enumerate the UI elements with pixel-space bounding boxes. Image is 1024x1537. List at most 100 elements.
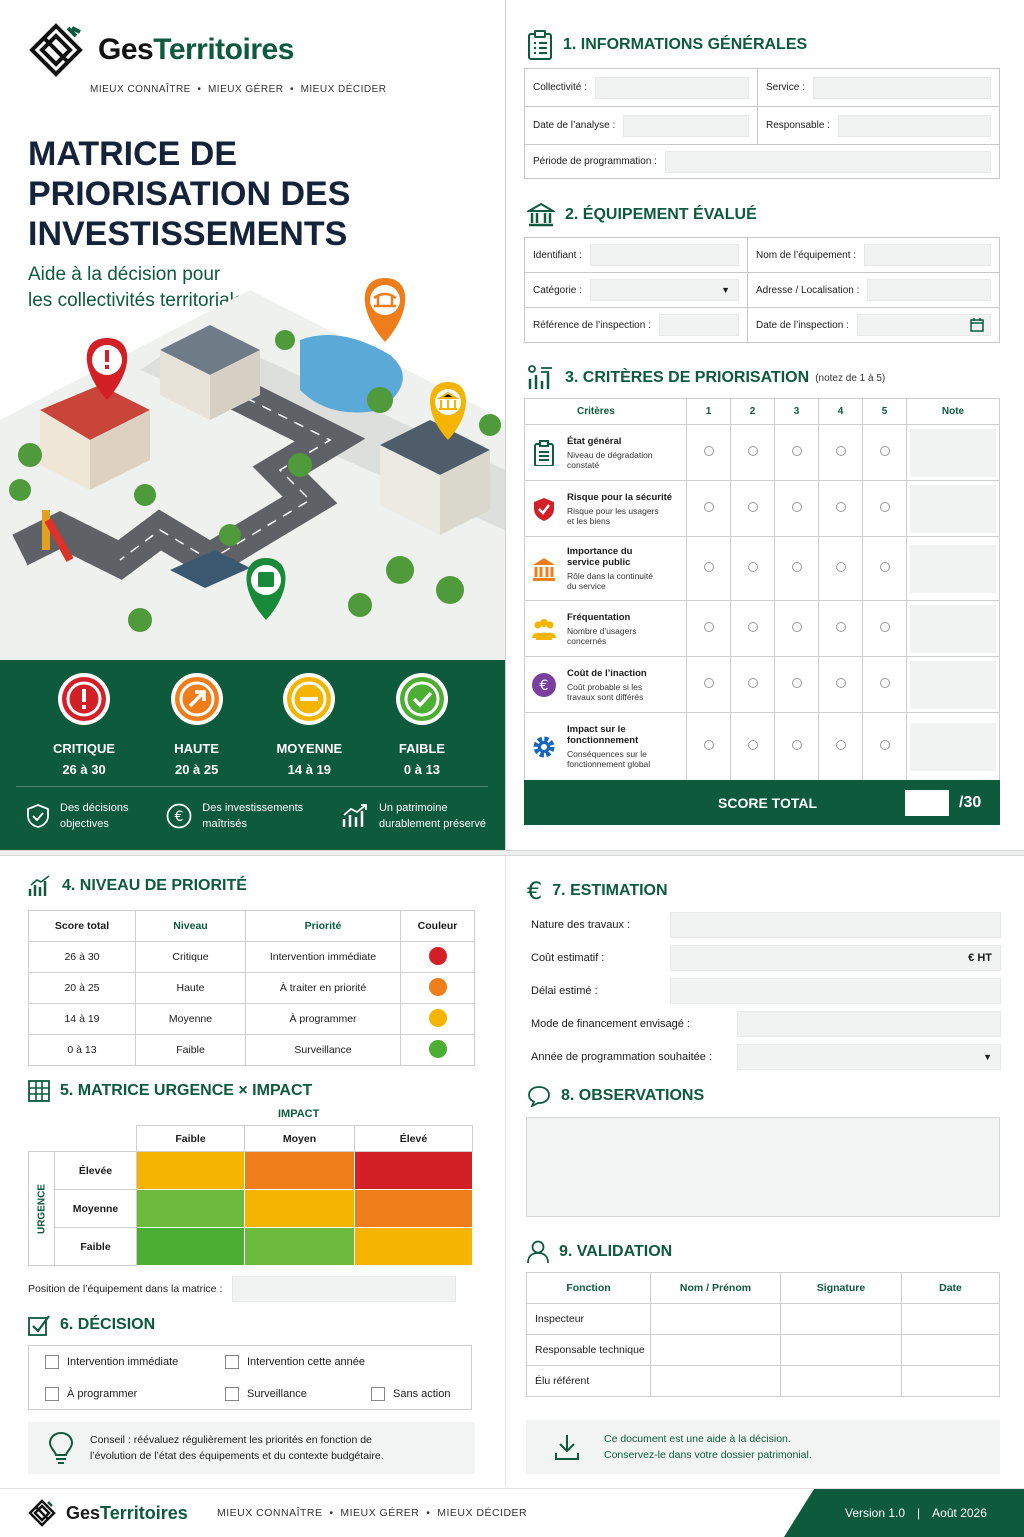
note-input[interactable]: [910, 722, 996, 771]
validation-nom-input[interactable]: [650, 1365, 781, 1397]
calendar-icon[interactable]: [970, 318, 984, 332]
ref-inspection-input[interactable]: [658, 314, 739, 336]
radio-score-4[interactable]: [835, 622, 846, 632]
validation-signature-input[interactable]: [780, 1365, 902, 1397]
validation-nom-input[interactable]: [650, 1334, 781, 1366]
date-inspection-input[interactable]: [856, 314, 991, 336]
decision-sans-action[interactable]: Sans action: [371, 1387, 450, 1401]
note-input[interactable]: [910, 544, 996, 593]
radio-score-2[interactable]: [747, 678, 758, 688]
mode-input[interactable]: [737, 1011, 1001, 1037]
responsable-input[interactable]: [837, 114, 991, 137]
note-input[interactable]: [910, 428, 996, 477]
radio-score-5[interactable]: [879, 446, 890, 456]
radio-score-4[interactable]: [835, 502, 846, 512]
radio-score-3[interactable]: [791, 622, 802, 632]
matrix-cell[interactable]: [354, 1151, 473, 1190]
radio-score-2[interactable]: [747, 446, 758, 456]
radio-score-3[interactable]: [791, 446, 802, 456]
section-1-title: 1. INFORMATIONS GÉNÉRALES: [527, 30, 807, 60]
radio-score-1[interactable]: [703, 622, 714, 632]
level-critique: CRITIQUE 26 à 30: [28, 672, 140, 777]
nom-equipement-input[interactable]: [864, 244, 991, 266]
criterion-desc: fonctionnement global: [567, 759, 651, 769]
radio-score-4[interactable]: [835, 678, 846, 688]
matrix-cell[interactable]: [136, 1151, 245, 1190]
matrix-position-label: Position de l’équipement dans la matrice…: [28, 1283, 223, 1295]
validation-nom-input[interactable]: [650, 1303, 781, 1335]
radio-score-2[interactable]: [747, 502, 758, 512]
validation-date-input[interactable]: [901, 1334, 1000, 1366]
radio-score-1[interactable]: [703, 502, 714, 512]
radio-score-2[interactable]: [747, 740, 758, 750]
matrix-cell[interactable]: [136, 1227, 245, 1266]
radio-score-1[interactable]: [703, 740, 714, 750]
criterion-row: Impact sur le fonctionnement Conséquences …: [524, 712, 1000, 781]
decision-surveillance[interactable]: Surveillance: [225, 1387, 307, 1401]
col-signature: Signature: [780, 1272, 902, 1304]
cout-input[interactable]: € HT: [670, 945, 1001, 971]
radio-score-1[interactable]: [703, 562, 714, 572]
service-input[interactable]: [812, 76, 991, 99]
note-input[interactable]: [910, 660, 996, 709]
radio-score-4[interactable]: [835, 562, 846, 572]
note-input[interactable]: [910, 484, 996, 533]
validation-signature-input[interactable]: [780, 1334, 902, 1366]
validation-signature-input[interactable]: [780, 1303, 902, 1335]
decision-cette-annee[interactable]: Intervention cette année: [225, 1355, 365, 1369]
footer-tagline: MIEUX CONNAÎTRE • MIEUX GÉRER • MIEUX DÉ…: [217, 1507, 528, 1519]
categorie-select[interactable]: ▼: [589, 279, 739, 301]
service-label: Service :: [766, 82, 805, 93]
decision-a-programmer[interactable]: À programmer: [45, 1387, 137, 1401]
radio-score-4[interactable]: [835, 740, 846, 750]
radio-score-3[interactable]: [791, 562, 802, 572]
priority-action: À programmer: [245, 1003, 401, 1035]
matrix-cell[interactable]: [354, 1189, 473, 1228]
note-input[interactable]: [910, 604, 996, 653]
identifiant-input[interactable]: [589, 244, 739, 266]
date-analyse-input[interactable]: [623, 114, 749, 137]
delai-input[interactable]: [670, 978, 1001, 1004]
radio-score-5[interactable]: [879, 562, 890, 572]
radio-score-1[interactable]: [703, 678, 714, 688]
periode-label: Période de programmation :: [533, 156, 657, 167]
radio-score-3[interactable]: [791, 502, 802, 512]
observations-textarea[interactable]: [526, 1117, 1000, 1217]
radio-score-5[interactable]: [879, 622, 890, 632]
radio-score-3[interactable]: [791, 740, 802, 750]
nature-input[interactable]: [670, 912, 1001, 938]
table-row: 0 à 13 Faible Surveillance: [28, 1034, 475, 1066]
matrix-position-input[interactable]: [232, 1276, 457, 1302]
radio-score-2[interactable]: [747, 562, 758, 572]
priority-table: Score total Niveau Priorité Couleur 26 à…: [28, 910, 475, 1066]
periode-input[interactable]: [664, 150, 991, 173]
matrix-cell[interactable]: [244, 1151, 355, 1190]
validation-date-input[interactable]: [901, 1365, 1000, 1397]
decision-immediate[interactable]: Intervention immédiate: [45, 1355, 178, 1369]
priority-action: Intervention immédiate: [245, 941, 401, 973]
matrix-cell[interactable]: [136, 1189, 245, 1228]
score-total-input[interactable]: [905, 789, 950, 816]
radio-score-4[interactable]: [835, 446, 846, 456]
matrix-cell[interactable]: [244, 1189, 355, 1228]
radio-score-1[interactable]: [703, 446, 714, 456]
radio-score-2[interactable]: [747, 622, 758, 632]
priority-score: 26 à 30: [28, 941, 136, 973]
section-3-title: 3. CRITÈRES DE PRIORISATION (notez de 1 …: [527, 365, 885, 391]
section-4-title: 4. NIVEAU DE PRIORITÉ: [28, 875, 247, 897]
section-9-title: 9. VALIDATION: [527, 1240, 672, 1264]
priority-action: À traiter en priorité: [245, 972, 401, 1004]
adresse-input[interactable]: [867, 279, 991, 301]
equipment-table: Identifiant : Nom de l’équipement : Caté…: [524, 237, 1000, 343]
radio-score-3[interactable]: [791, 678, 802, 688]
annee-select[interactable]: ▼: [737, 1044, 1001, 1070]
validation-date-input[interactable]: [901, 1303, 1000, 1335]
euro-icon: €: [532, 672, 556, 697]
radio-score-5[interactable]: [879, 678, 890, 688]
radio-score-5[interactable]: [879, 740, 890, 750]
matrix-cell[interactable]: [244, 1227, 355, 1266]
matrix-cell[interactable]: [354, 1227, 473, 1266]
criterion-name: fonctionnement: [567, 735, 639, 746]
collectivite-input[interactable]: [594, 76, 749, 99]
radio-score-5[interactable]: [879, 502, 890, 512]
